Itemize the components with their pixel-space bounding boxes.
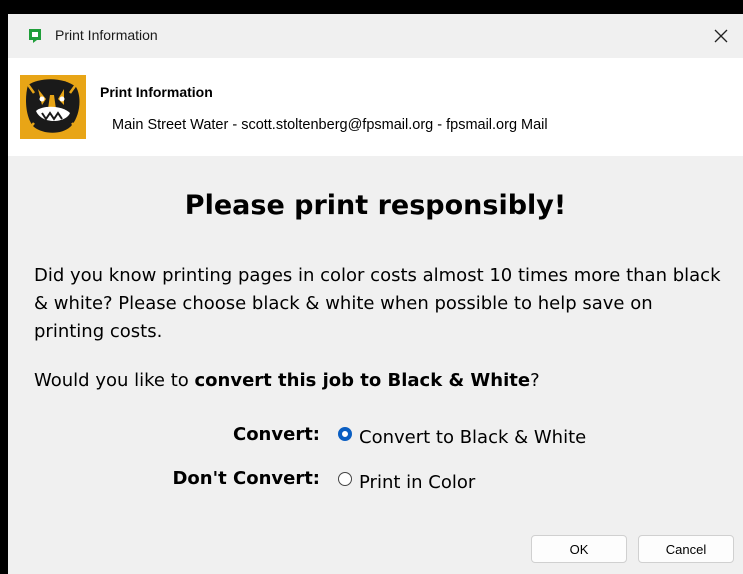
- headline: Please print responsibly!: [184, 190, 567, 221]
- app-icon: [29, 29, 41, 43]
- question-suffix: ?: [530, 370, 540, 391]
- print-information-dialog: Print Information Print Information Main…: [8, 14, 743, 574]
- close-icon: [714, 29, 728, 43]
- header-subtitle: Main Street Water - scott.stoltenberg@fp…: [112, 117, 548, 133]
- option-label-dont-convert: Don't Convert:: [172, 468, 320, 489]
- tiger-logo-icon: [20, 75, 86, 139]
- title-bar[interactable]: Print Information: [8, 14, 743, 58]
- option-label-convert: Convert:: [232, 424, 320, 445]
- window-title: Print Information: [55, 27, 158, 43]
- close-button[interactable]: [699, 14, 743, 58]
- option-row-color: Don't Convert:: [8, 468, 320, 496]
- ok-button[interactable]: OK: [531, 535, 627, 563]
- cancel-button[interactable]: Cancel: [638, 535, 734, 563]
- option-text-convert[interactable]: Convert to Black & White: [359, 427, 586, 448]
- question-prefix: Would you like to: [34, 370, 195, 391]
- radio-print-color[interactable]: [338, 472, 352, 486]
- header-band: Print Information Main Street Water - sc…: [8, 58, 743, 156]
- option-row-convert: Convert:: [8, 424, 320, 452]
- radio-convert[interactable]: [338, 427, 352, 441]
- option-text-color[interactable]: Print in Color: [359, 472, 475, 493]
- header-title: Print Information: [100, 84, 213, 100]
- question-emphasis: convert this job to Black & White: [194, 370, 531, 391]
- convert-question: Would you like to convert this job to Bl…: [34, 370, 540, 391]
- body-message: Did you know printing pages in color cos…: [34, 265, 721, 342]
